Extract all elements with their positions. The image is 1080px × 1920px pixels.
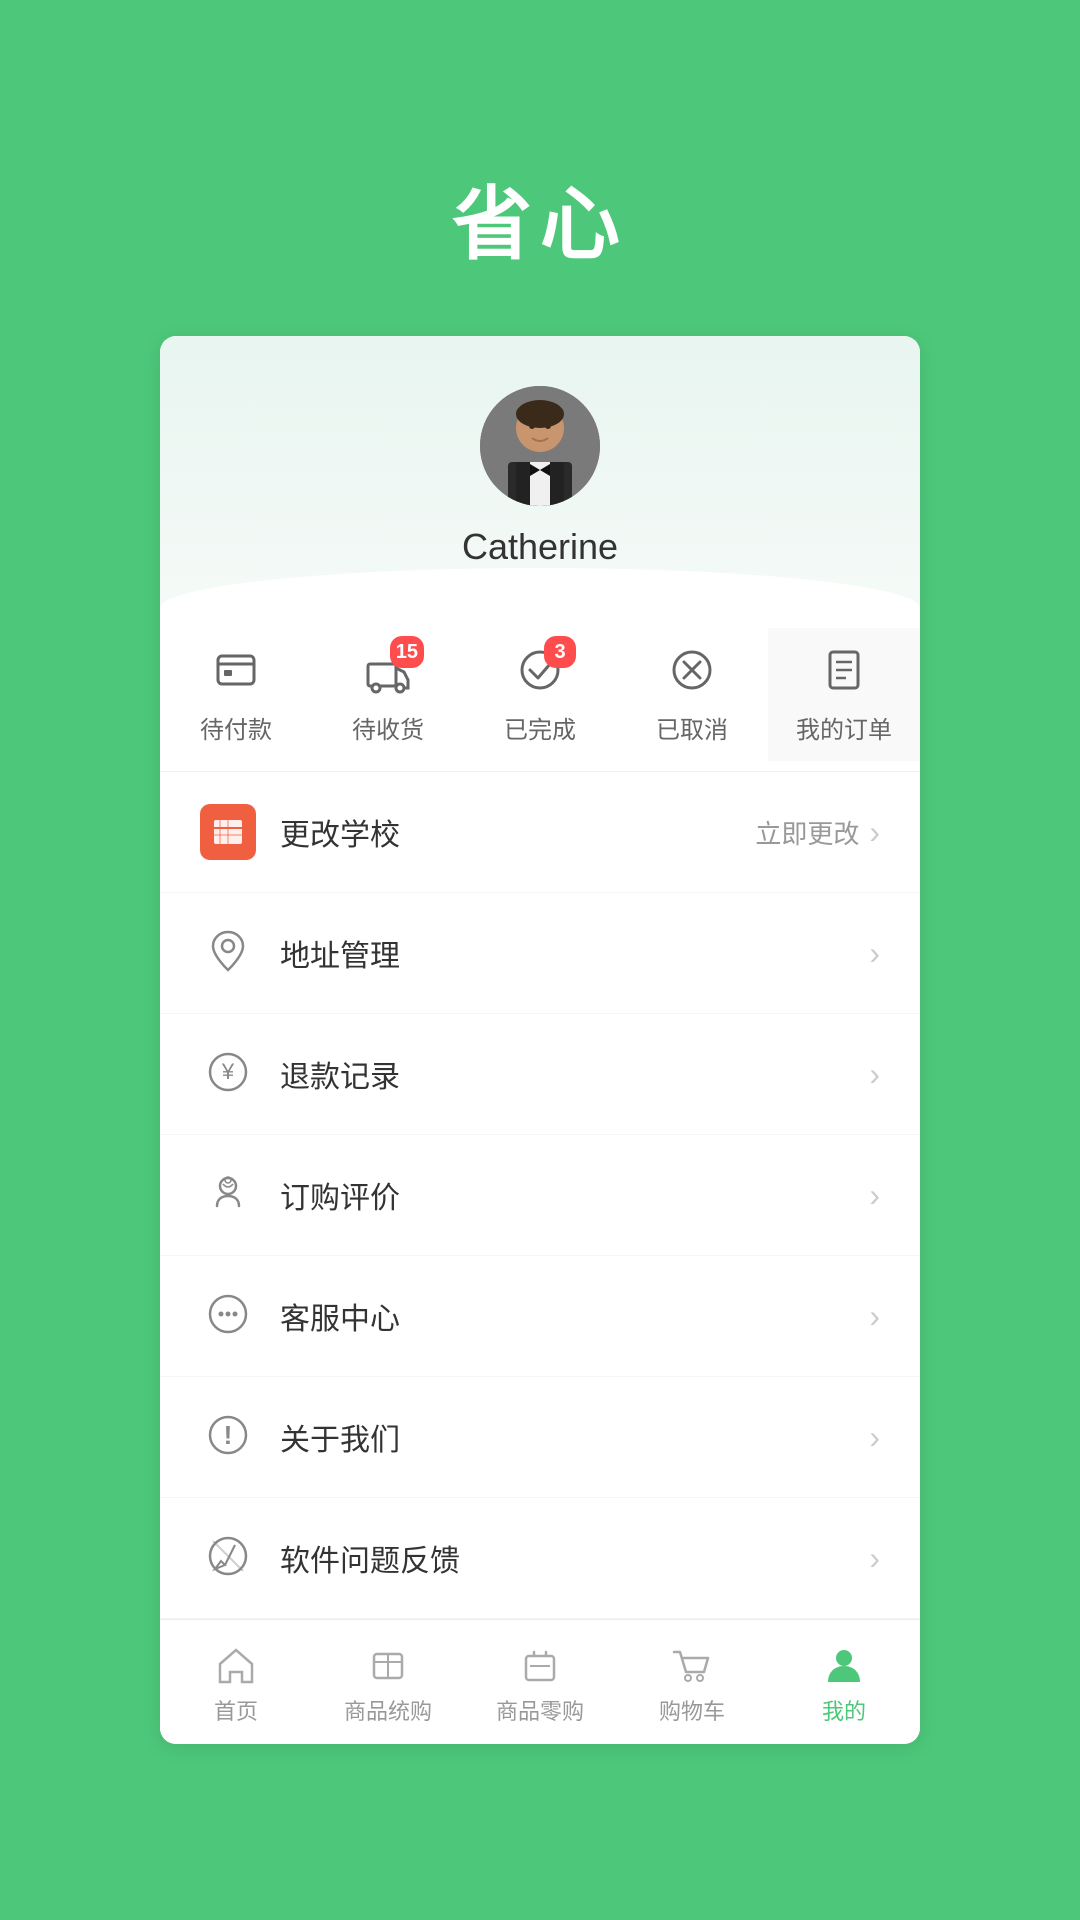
menu-item-feedback[interactable]: 软件问题反馈 › [160, 1498, 920, 1619]
main-card: Catherine 待付款 [160, 336, 920, 1744]
nav-label-mine: 我的 [822, 1694, 866, 1726]
menu-item-review[interactable]: 订购评价 › [160, 1135, 920, 1256]
username: Catherine [462, 526, 618, 568]
menu-item-about[interactable]: ! 关于我们 › [160, 1377, 920, 1498]
menu-text-refund: 退款记录 [280, 1052, 869, 1096]
order-tabs: 待付款 15 待收货 [160, 608, 920, 772]
customer-service-icon [203, 1289, 253, 1344]
feedback-icon [203, 1531, 253, 1586]
pending-payment-icon [212, 646, 260, 699]
chevron-address: › [869, 935, 880, 972]
tab-pending-delivery[interactable]: 15 待收货 [312, 628, 464, 761]
bottom-nav: 首页 商品统购 商品零购 [160, 1619, 920, 1744]
menu-text-change-school: 更改学校 [280, 810, 755, 854]
menu-action-change-school: 立即更改 [755, 814, 859, 851]
completed-badge: 3 [544, 636, 576, 668]
tab-pending-payment[interactable]: 待付款 [160, 628, 312, 761]
chevron-about: › [869, 1419, 880, 1456]
svg-text:!: ! [224, 1420, 233, 1450]
nav-item-cart[interactable]: 购物车 [616, 1636, 768, 1734]
tab-my-orders[interactable]: 我的订单 [768, 628, 920, 761]
tab-completed[interactable]: 3 已完成 [464, 628, 616, 761]
tab-label-pending-delivery: 待收货 [352, 710, 424, 745]
address-icon [203, 926, 253, 981]
nav-label-retail: 商品零购 [496, 1694, 584, 1726]
menu-text-about: 关于我们 [280, 1415, 869, 1459]
pending-delivery-badge: 15 [390, 636, 424, 668]
menu-text-review: 订购评价 [280, 1173, 869, 1217]
chevron-review: › [869, 1177, 880, 1214]
refund-icon: ¥ [203, 1047, 253, 1102]
menu-item-change-school[interactable]: 更改学校 立即更改 › [160, 772, 920, 893]
tab-label-my-orders: 我的订单 [796, 710, 892, 745]
about-icon: ! [203, 1410, 253, 1465]
menu-item-address[interactable]: 地址管理 › [160, 893, 920, 1014]
cancelled-icon [668, 646, 716, 699]
svg-text:¥: ¥ [221, 1059, 235, 1084]
menu-text-customer-service: 客服中心 [280, 1294, 869, 1338]
menu-item-refund[interactable]: ¥ 退款记录 › [160, 1014, 920, 1135]
chevron-refund: › [869, 1056, 880, 1093]
nav-label-home: 首页 [214, 1694, 258, 1726]
tab-cancelled[interactable]: 已取消 [616, 628, 768, 761]
nav-item-home[interactable]: 首页 [160, 1636, 312, 1734]
profile-header: Catherine [160, 336, 920, 608]
my-orders-icon [820, 646, 868, 699]
nav-item-retail[interactable]: 商品零购 [464, 1636, 616, 1734]
nav-label-cart: 购物车 [659, 1694, 725, 1726]
avatar[interactable] [480, 386, 600, 506]
menu-item-customer-service[interactable]: 客服中心 › [160, 1256, 920, 1377]
tab-label-cancelled: 已取消 [656, 710, 728, 745]
chevron-change-school: › [869, 814, 880, 851]
chevron-customer-service: › [869, 1298, 880, 1335]
menu-text-address: 地址管理 [280, 931, 869, 975]
app-title: 省心 [452, 160, 628, 276]
nav-item-bulk[interactable]: 商品统购 [312, 1636, 464, 1734]
tab-label-completed: 已完成 [504, 710, 576, 745]
nav-item-mine[interactable]: 我的 [768, 1636, 920, 1734]
menu-text-feedback: 软件问题反馈 [280, 1536, 869, 1580]
chevron-feedback: › [869, 1540, 880, 1577]
review-icon [203, 1168, 253, 1223]
nav-label-bulk: 商品统购 [344, 1694, 432, 1726]
tab-label-pending-payment: 待付款 [200, 710, 272, 745]
